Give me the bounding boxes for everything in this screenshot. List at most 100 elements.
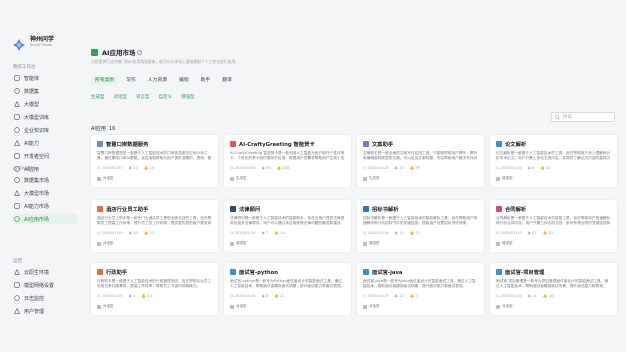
card-views: ◉ 16	[128, 231, 138, 235]
category-tab[interactable]: 助手	[197, 77, 215, 85]
app-icon	[97, 269, 103, 275]
category-tab[interactable]: 写作	[122, 77, 140, 85]
type-filter[interactable]: 增强型	[181, 94, 195, 100]
card-views: ◉ 15	[394, 166, 404, 170]
section-count: 16	[108, 126, 116, 132]
card-tag: 对话型	[496, 304, 513, 309]
app-icon	[97, 206, 103, 212]
card-header: 面试官-项目管理	[496, 268, 544, 276]
sidebar-item[interactable]: 日志监控	[13, 293, 77, 303]
nav-icon	[14, 269, 20, 275]
app-icon	[363, 141, 369, 147]
app-icon	[363, 206, 369, 212]
sidebar-item[interactable]: 数据集市场	[13, 175, 77, 185]
card-header: 面试官-java	[363, 268, 403, 276]
card-description: AI-CraftyGreeting 智能贺卡是一款利用人工智能为用户制作个性化贺…	[230, 151, 345, 161]
sidebar-item[interactable]: 数据集	[13, 86, 77, 96]
app-card[interactable]: 招标书解析 招标书解析是一款基于人工智能技术的智能解析工具，旨在帮助用户快速解析和…	[357, 200, 484, 252]
card-header: 合同解析	[496, 205, 526, 213]
sidebar-item[interactable]: 大模型	[13, 99, 77, 109]
card-likes: 👍 99	[409, 166, 421, 170]
card-date: ◷ 2024/01/19	[496, 294, 522, 298]
card-date: ◷ 2024/01/19	[230, 231, 256, 235]
card-views: ◉ 14	[527, 294, 537, 298]
tag-icon	[97, 241, 101, 246]
app-card[interactable]: 行政助手 行政助手是一款基于人工智能技术的行政管理系统，旨在帮助企业员工完成日常行…	[91, 263, 218, 315]
search-icon	[555, 114, 560, 120]
app-card[interactable]: 论文解析 论文解析是一款基于人工智能技术的工具，旨在帮助用户深入理解和分析学术论文…	[490, 135, 617, 187]
type-filter[interactable]: 生成型	[91, 94, 105, 100]
app-card[interactable]: 面试官-python 面试官-python是一款专为Python面试者设计的智能面…	[224, 263, 351, 315]
card-date: ◷ 2024/01/18	[363, 166, 389, 170]
brand-logo[interactable]: 神州问学 Smart Vision	[13, 36, 54, 51]
sidebar-item[interactable]: 智能体	[13, 73, 77, 83]
card-meta: ◷ 2024/01/19 ◉ 7 👍 14	[230, 231, 291, 235]
app-card[interactable]: 合同解析 合同解析是一款基于人工智能技术的智能工具，旨在帮助用户快速解析和分析合同…	[490, 200, 617, 252]
category-tab[interactable]: 编程	[175, 77, 193, 85]
nav-icon	[14, 153, 20, 159]
card-likes: 👍 7	[409, 294, 418, 298]
category-tab[interactable]: 翻译	[218, 77, 236, 85]
category-tab[interactable]: 所有类别	[91, 77, 119, 85]
card-tag-label: 对话型	[103, 176, 114, 180]
category-tab[interactable]: 人力资源	[144, 77, 171, 85]
card-tag: 对话型	[363, 304, 380, 309]
app-card[interactable]: 面试官-java 面试官-java是一款专为Java面试者设计的智能面试工具。通过…	[357, 263, 484, 315]
card-likes: 👍 16	[542, 294, 554, 298]
card-description: 智慧口岸数据服务一款基于人工智能技术的口岸信息服务应用分析工具，通过集成口岸AI…	[97, 151, 212, 161]
tag-icon	[230, 176, 234, 181]
card-title: 行政助手	[106, 270, 128, 276]
sidebar-item[interactable]: 企业知识库	[13, 125, 77, 135]
type-filters: 生成型 对话型 语言型 自定义 增强型	[91, 94, 204, 100]
card-views: ◉ 13	[394, 231, 404, 235]
brand-sub: Smart Vision	[30, 42, 53, 47]
sidebar-item[interactable]: 用户管理	[13, 306, 77, 316]
nav-icon	[14, 190, 20, 196]
app-card[interactable]: 智慧口岸数据服务 智慧口岸数据服务一款基于人工智能技术的口岸信息服务应用分析工具，…	[91, 135, 218, 187]
card-views: ◉ 22	[128, 166, 138, 170]
sidebar-item[interactable]: AI能力	[13, 138, 77, 148]
app-card[interactable]: 面试官-项目管理 面试官-项目管理是一款专为项目管理面试者设计的智能面试工具。通过…	[490, 263, 617, 315]
type-filter[interactable]: 语言型	[136, 94, 150, 100]
sidebar-item[interactable]: AI应用市场	[13, 214, 77, 224]
sidebar-item-label: 智能体	[24, 75, 40, 82]
app-card[interactable]: AI-CraftyGreeting 智能贺卡 AI-CraftyGreeting …	[224, 135, 351, 187]
tag-icon	[97, 176, 101, 181]
card-tag-label: 生成型	[236, 176, 247, 180]
page-subtitle: 为您提供行业内热门的AI应用和智能体，助可以从市场上直接提取个人工作台进行应用。	[91, 59, 239, 64]
card-views: ◉ 35	[261, 166, 271, 170]
sidebar-item[interactable]: 云原生环境	[13, 267, 77, 277]
card-likes: 👍 10	[143, 166, 155, 170]
type-filter[interactable]: 自定义	[159, 94, 173, 100]
nav-icon	[14, 75, 20, 81]
sidebar-item[interactable]: 模型网络设置	[13, 280, 77, 290]
card-tag-label: 生成型	[369, 176, 380, 180]
sidebar-item[interactable]: AI能力市场	[13, 201, 77, 211]
card-views: ◉ 1	[128, 294, 136, 298]
card-header: 行政助手	[97, 268, 127, 276]
card-description: 酒店行业员工助手是一款专门为酒店员工提供全面支持的工具，旨在帮助员工提高工作效率…	[97, 216, 212, 226]
card-date: ◷ 2024/01/19	[230, 294, 256, 298]
app-market-icon	[91, 48, 98, 56]
app-icon	[496, 269, 502, 275]
type-filter[interactable]: 对话型	[114, 94, 128, 100]
card-tag-label: 增强型	[502, 176, 513, 180]
card-views: ◉ 12	[394, 294, 404, 298]
card-views: ◉ 6	[527, 166, 535, 170]
sidebar-item[interactable]: 大模型训练	[13, 112, 77, 122]
sidebar-item[interactable]: 大模型市场	[13, 188, 77, 198]
app-icon	[97, 141, 103, 147]
tag-icon	[230, 241, 234, 246]
card-title: 合同解析	[505, 207, 527, 213]
card-date: ◷ 2024/01/19	[496, 231, 522, 235]
sidebar-group-title: 我的工作台	[13, 65, 36, 70]
app-card[interactable]: 酒店行业员工助手 酒店行业员工助手是一款专门为酒店员工提供全面支持的工具，旨在帮助…	[91, 200, 218, 252]
sidebar-item[interactable]: 开发者空间	[13, 151, 77, 161]
card-likes: 👍 21	[540, 166, 551, 170]
info-icon[interactable]: ?	[137, 49, 143, 55]
app-card[interactable]: 文案助手 文案助手是一款全面的文案写作应用工具。它能够帮助用户撰写、撰写和编辑各种…	[357, 135, 484, 187]
card-title: 法律顾问	[239, 207, 261, 213]
search-input[interactable]: 搜索	[551, 112, 615, 122]
card-tag-label: 对话型	[103, 241, 114, 245]
app-card[interactable]: 法律顾问 法律顾问是一款基于人工智能技术的智能助手，旨在为用户提供法律咨询及相关法…	[224, 200, 351, 252]
